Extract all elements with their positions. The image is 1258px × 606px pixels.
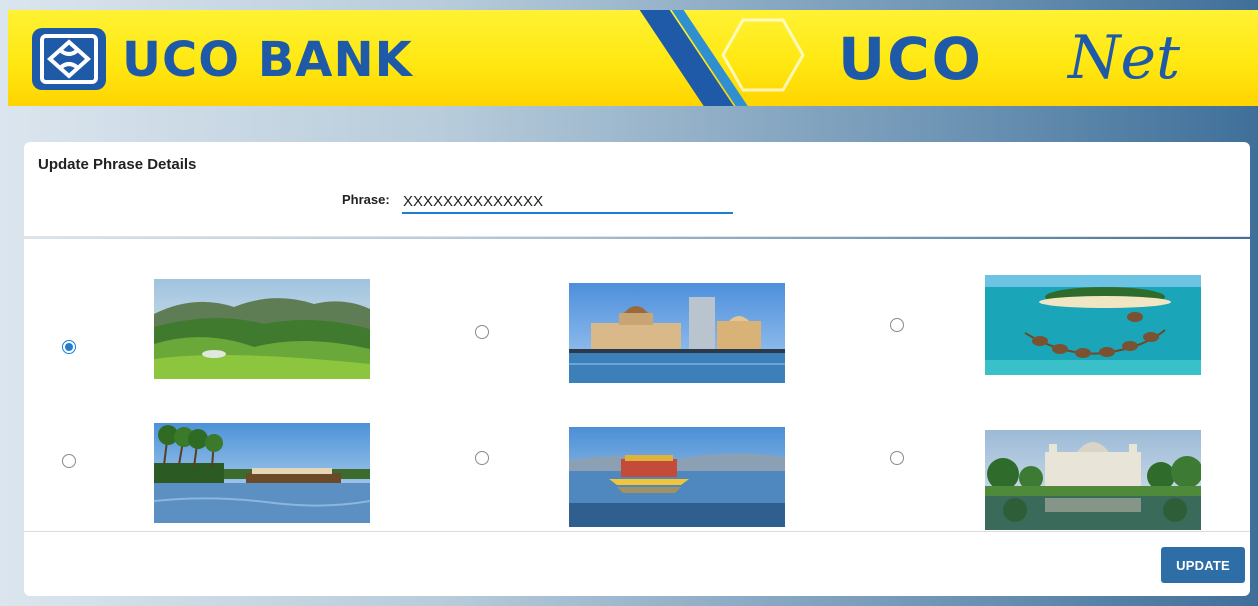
gateway-of-india-image[interactable] <box>569 283 785 383</box>
banner-decoration-icon <box>623 10 823 106</box>
dal-lake-shikara-image[interactable] <box>569 427 785 527</box>
uconet-italic-text: Net <box>1068 23 1181 93</box>
update-button[interactable]: UPDATE <box>1161 547 1245 583</box>
hill-station-image[interactable] <box>154 279 370 379</box>
actions-footer: UPDATE <box>24 531 1250 596</box>
image-radio-2[interactable] <box>475 325 489 339</box>
victoria-memorial-image[interactable] <box>985 430 1201 530</box>
image-selection-grid <box>24 239 1250 531</box>
kerala-backwaters-image[interactable] <box>154 423 370 523</box>
image-radio-3[interactable] <box>890 318 904 332</box>
phrase-input[interactable] <box>402 190 733 214</box>
image-radio-4[interactable] <box>62 454 76 468</box>
image-radio-5[interactable] <box>475 451 489 465</box>
uco-logo-icon <box>32 28 106 90</box>
bank-name: UCO BANK <box>122 32 413 88</box>
island-resort-image[interactable] <box>985 275 1201 375</box>
phrase-label: Phrase: <box>342 192 390 207</box>
section-title: Update Phrase Details <box>38 156 197 173</box>
header-banner: UCO BANK UCO Net <box>8 10 1258 106</box>
image-radio-6[interactable] <box>890 451 904 465</box>
image-radio-1[interactable] <box>62 340 76 354</box>
uconet-bold-text: UCO <box>838 25 983 93</box>
phrase-details-panel: Update Phrase Details Phrase: <box>24 142 1250 237</box>
